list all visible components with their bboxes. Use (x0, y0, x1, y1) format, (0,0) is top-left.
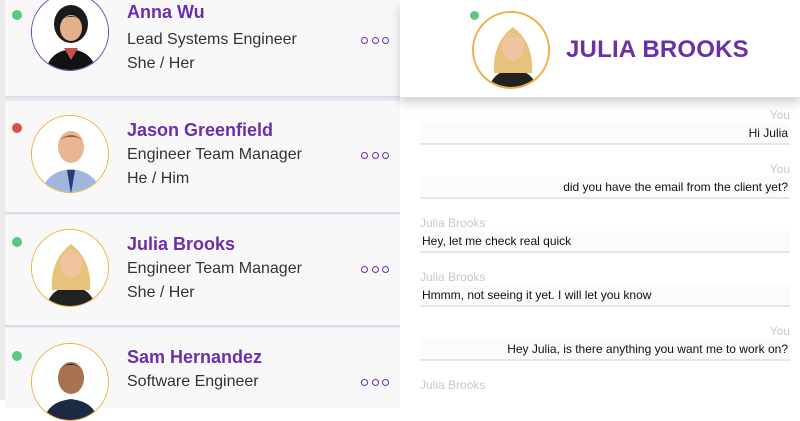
message-you: You Hi Julia (420, 107, 790, 145)
message-sender: You (769, 324, 790, 338)
more-options-icon[interactable] (361, 377, 389, 387)
contact-name: Julia Brooks (127, 234, 236, 254)
message-you: You Hey Julia, is there anything you wan… (420, 323, 790, 361)
status-busy-icon (12, 123, 22, 133)
status-online-icon (12, 10, 22, 20)
contact-name: Anna Wu (127, 2, 205, 22)
message-text: Hmmm, not seeing it yet. I will let you … (420, 285, 790, 307)
chat-panel: JULIA BROOKS You Hi Julia You did you ha… (400, 0, 800, 400)
message-them: Julia Brooks Hey, let me check real quic… (420, 215, 790, 253)
contact-name: Jason Greenfield (127, 120, 274, 140)
message-them: Julia Brooks (420, 377, 790, 393)
contact-card-julia-brooks[interactable]: Julia Brooks Engineer Team Manager She /… (5, 215, 400, 327)
message-sender: Julia Brooks (420, 378, 486, 392)
chat-header: JULIA BROOKS (400, 0, 800, 97)
status-online-icon (470, 11, 479, 20)
message-text: Hey Julia, is there anything you want me… (420, 339, 790, 361)
message-sender: Julia Brooks (420, 270, 486, 284)
more-options-icon[interactable] (361, 35, 389, 45)
contact-role: Engineer Team Manager (127, 146, 302, 163)
contact-role: Lead Systems Engineer (127, 31, 297, 48)
status-online-icon (12, 237, 22, 247)
contact-name: Sam Hernandez (127, 347, 263, 367)
avatar (472, 11, 550, 89)
contact-pronouns: She / Her (127, 284, 195, 301)
chat-title: JULIA BROOKS (566, 36, 749, 63)
avatar (31, 229, 109, 307)
message-you: You did you have the email from the clie… (420, 161, 790, 199)
contact-role: Software Engineer (127, 373, 259, 390)
message-sender: Julia Brooks (420, 216, 486, 230)
message-text: Hi Julia (420, 123, 790, 145)
contact-list: Anna Wu Lead Systems Engineer She / Her … (0, 0, 400, 421)
message-them: Julia Brooks Hmmm, not seeing it yet. I … (420, 269, 790, 307)
message-sender: You (769, 162, 790, 176)
avatar (31, 343, 109, 421)
contact-role: Engineer Team Manager (127, 260, 302, 277)
contact-card-sam-hernandez[interactable]: Sam Hernandez Software Engineer (5, 328, 400, 421)
message-text: Hey, let me check real quick (420, 231, 790, 253)
contact-pronouns: She / Her (127, 55, 195, 72)
status-online-icon (12, 351, 22, 361)
message-sender: You (769, 108, 790, 122)
avatar (31, 115, 109, 193)
more-options-icon[interactable] (361, 264, 389, 274)
more-options-icon[interactable] (361, 150, 389, 160)
contact-card-anna-wu[interactable]: Anna Wu Lead Systems Engineer She / Her (5, 0, 400, 98)
message-text: did you have the email from the client y… (420, 177, 790, 199)
avatar (31, 0, 109, 71)
contact-pronouns: He / Him (127, 170, 190, 187)
contact-card-jason-greenfield[interactable]: Jason Greenfield Engineer Team Manager H… (5, 101, 400, 214)
